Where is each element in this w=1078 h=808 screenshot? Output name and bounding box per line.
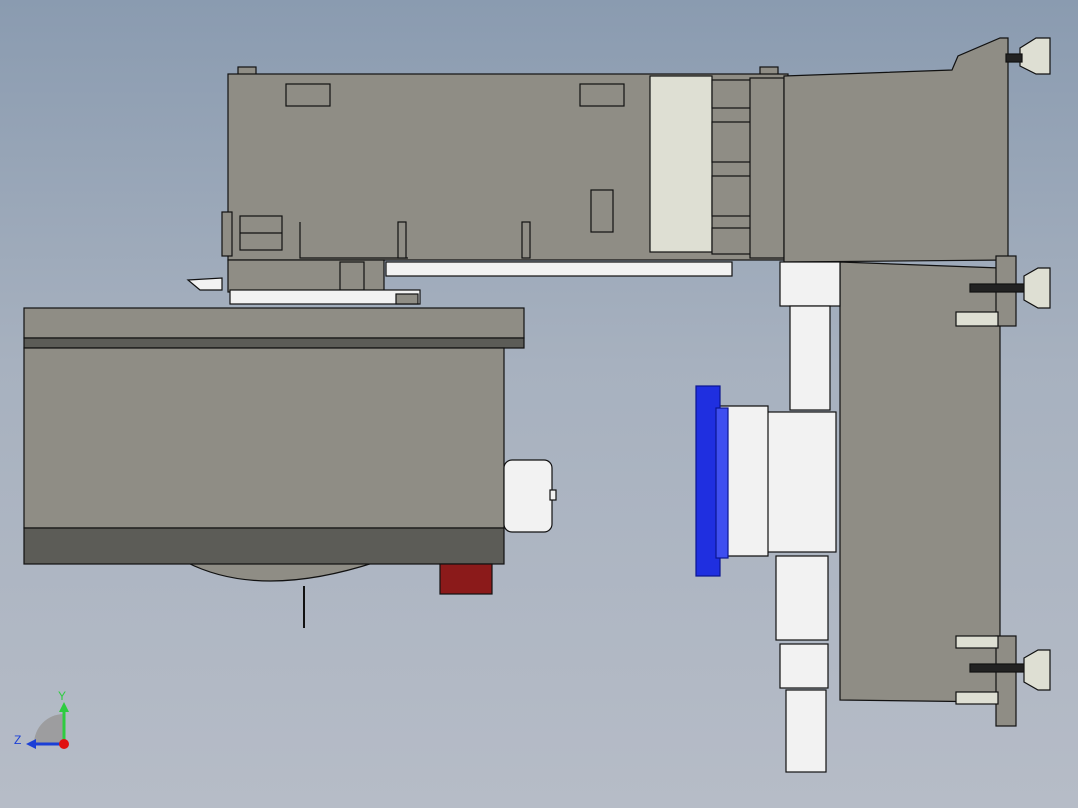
cad-3d-viewport[interactable] (0, 0, 1078, 808)
motor-gearbox-body (23, 307, 557, 628)
upper-housing-assembly (186, 66, 789, 305)
right-upper-panel (783, 37, 1051, 263)
right-lower-panel (839, 255, 1051, 727)
gripper-assembly (695, 385, 837, 577)
